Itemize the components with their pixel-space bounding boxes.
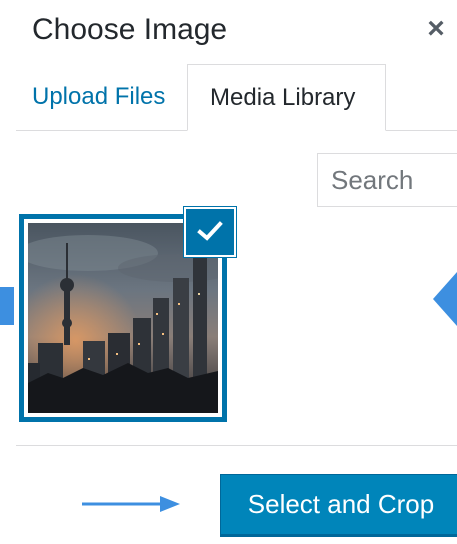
annotation-arrow-right xyxy=(433,272,457,326)
choose-image-modal: Choose Image × Upload Files Media Librar… xyxy=(0,0,457,544)
tab-media-library[interactable]: Media Library xyxy=(187,64,386,131)
search-input[interactable] xyxy=(317,153,457,207)
annotation-arrow-pointer xyxy=(82,496,180,512)
close-icon[interactable]: × xyxy=(421,12,451,46)
annotation-arrow-left xyxy=(0,287,14,325)
modal-title: Choose Image xyxy=(32,13,228,46)
selected-checkmark-button[interactable] xyxy=(183,206,237,258)
modal-tabs: Upload Files Media Library xyxy=(16,64,457,131)
checkmark-icon xyxy=(197,221,223,241)
toolbar-divider xyxy=(16,445,457,446)
tab-upload-files[interactable]: Upload Files xyxy=(32,64,165,130)
select-and-crop-button[interactable]: Select and Crop xyxy=(220,474,457,535)
